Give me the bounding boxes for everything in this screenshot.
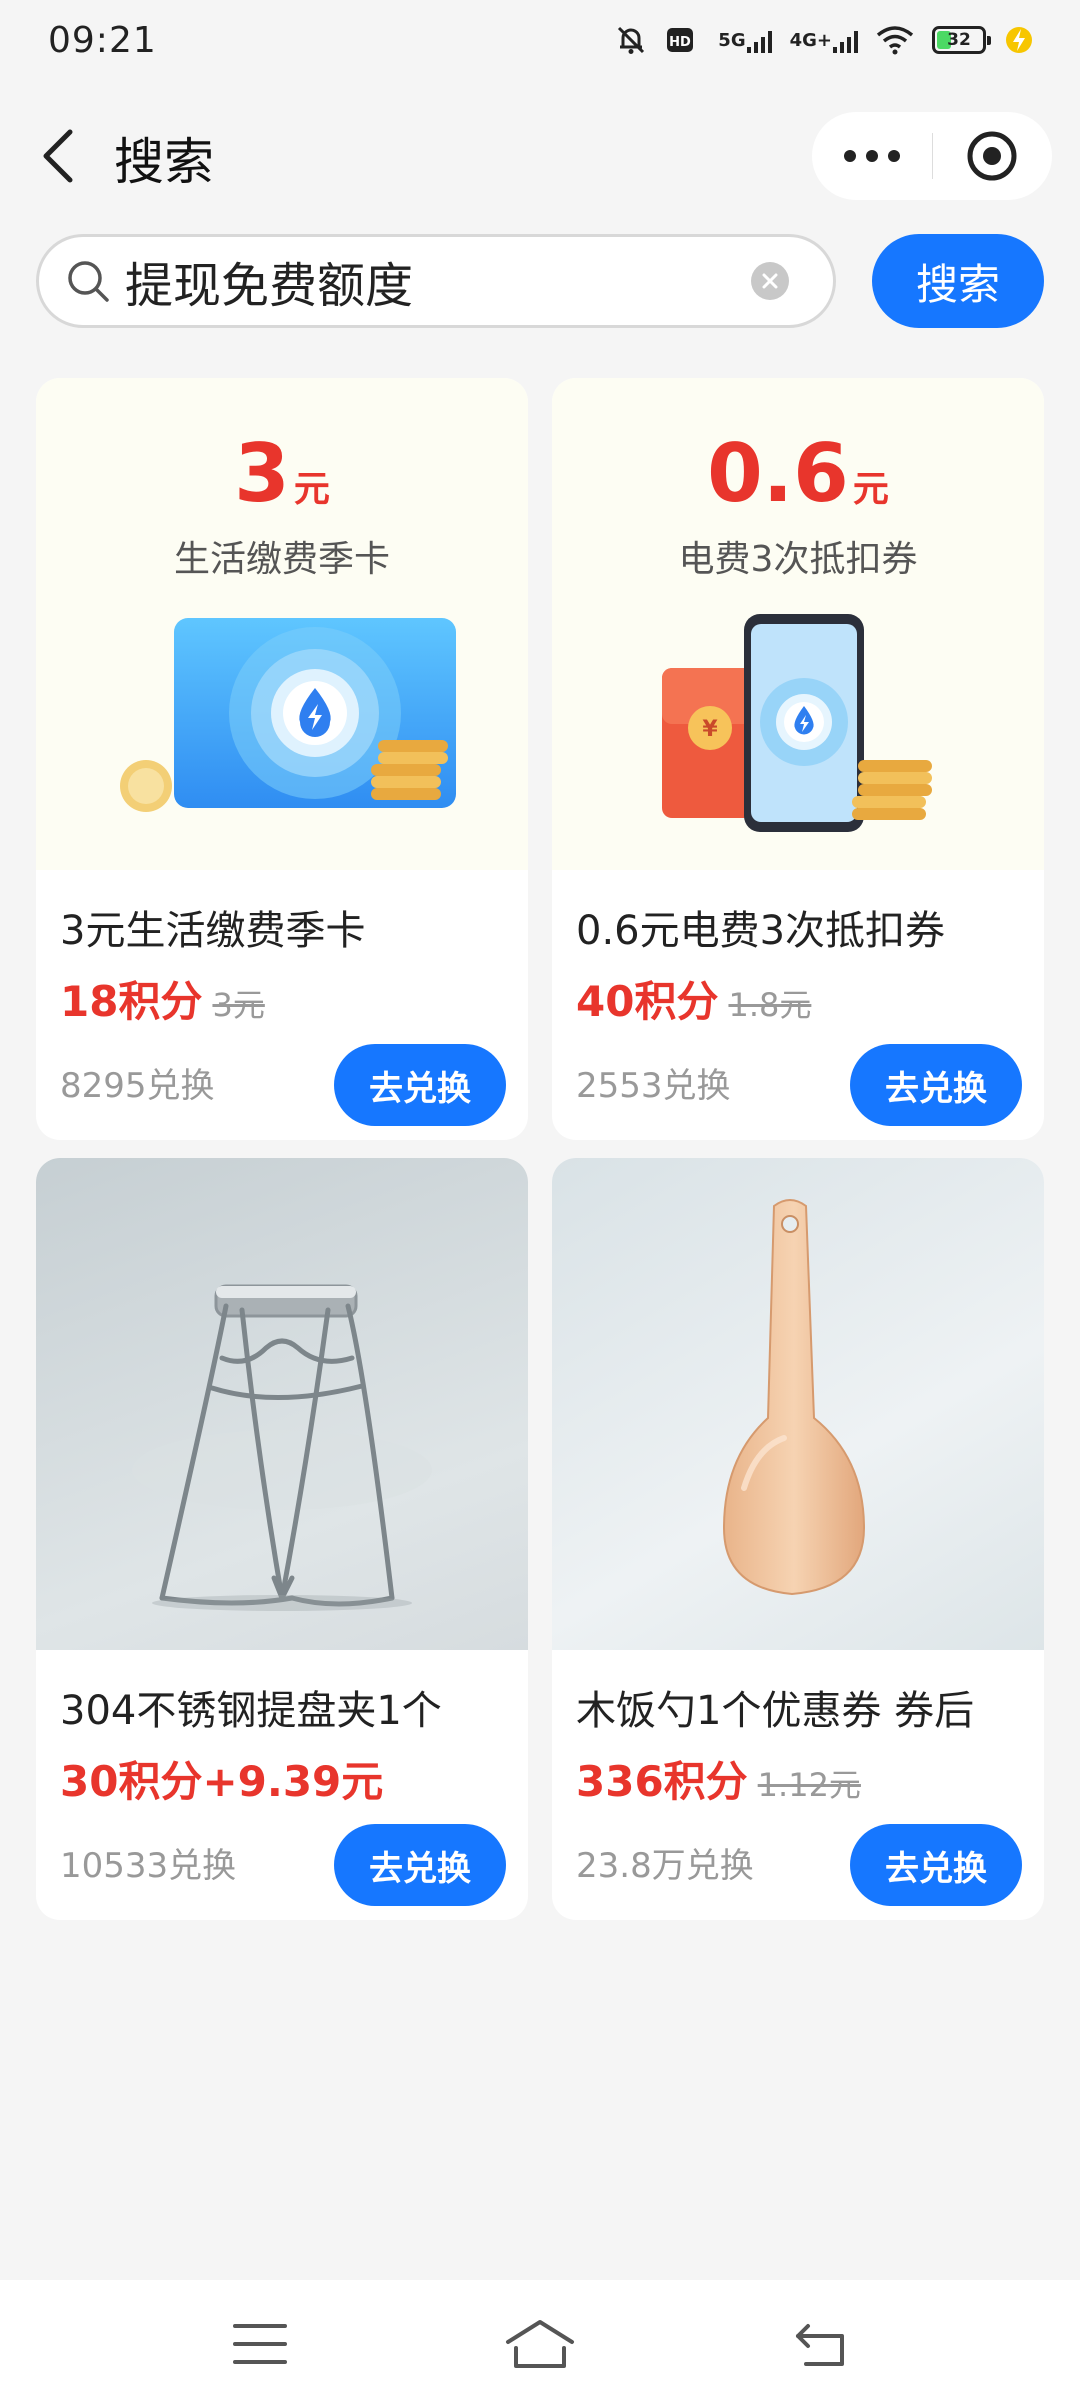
status-time: 09:21 xyxy=(48,19,157,61)
page-title: 搜索 xyxy=(114,133,214,191)
hd-label: HD xyxy=(669,35,691,50)
phone-redpacket-illustration: ¥ xyxy=(662,614,932,832)
product-title: 3元生活缴费季卡 xyxy=(60,908,366,954)
product-image xyxy=(36,1158,528,1650)
original-price: 1.8元 xyxy=(728,986,812,1024)
search-input[interactable]: 提现免费额度 xyxy=(125,246,751,316)
5g-signal-icon: 5G xyxy=(718,25,772,55)
4g-label: 4G+ xyxy=(789,29,832,51)
product-image xyxy=(552,1158,1044,1650)
home-icon xyxy=(506,2320,574,2368)
price: 30积分+9.39元 xyxy=(60,1757,384,1806)
home-button[interactable] xyxy=(480,2294,600,2394)
coupon-image: 3元 生活缴费季卡 xyxy=(36,378,528,870)
clear-icon[interactable] xyxy=(751,262,789,300)
back-nav-button[interactable] xyxy=(760,2294,880,2394)
hd-icon: HD xyxy=(666,25,700,55)
product-card[interactable]: 0.6 元 电费3次抵扣券 ¥ 0.6元电费3次抵扣券 40积分 1.8元 255… xyxy=(552,378,1044,1140)
utility-card-illustration xyxy=(120,618,456,812)
price: 336积分 xyxy=(576,1757,748,1806)
steel-plate-clip-illustration xyxy=(132,1284,432,1611)
target-icon xyxy=(967,131,1017,181)
menu-icon xyxy=(233,2324,287,2364)
exchange-count: 23.8万兑换 xyxy=(576,1846,754,1886)
back-nav-icon xyxy=(796,2324,844,2366)
coupon-amount-value: 3 xyxy=(234,427,290,520)
exchange-button[interactable]: 去兑换 xyxy=(850,1824,1022,1906)
coupon-amount: 0.6 元 xyxy=(552,434,1044,514)
price-row: 40积分 1.8元 xyxy=(576,968,811,1029)
search-row: 提现免费额度 搜索 xyxy=(0,234,1080,328)
back-icon[interactable] xyxy=(38,128,78,184)
svg-text:¥: ¥ xyxy=(702,717,718,742)
price: 18积分 xyxy=(60,977,203,1026)
4g-signal-icon: 4G+ xyxy=(790,25,858,55)
original-price: 1.12元 xyxy=(757,1766,861,1804)
status-icons: HD 5G 4G+ 32 xyxy=(614,23,1034,57)
coupon-subtitle: 电费3次抵扣券 xyxy=(678,539,918,580)
exchange-count: 8295兑换 xyxy=(60,1066,215,1106)
search-button[interactable]: 搜索 xyxy=(872,234,1044,328)
search-box[interactable]: 提现免费额度 xyxy=(36,234,836,328)
product-title: 304不锈钢提盘夹1个 xyxy=(60,1688,442,1734)
original-price: 3元 xyxy=(212,986,265,1024)
exchange-button[interactable]: 去兑换 xyxy=(334,1824,506,1906)
exchange-button[interactable]: 去兑换 xyxy=(850,1044,1022,1126)
more-icon xyxy=(843,150,900,162)
price-row: 336积分 1.12元 xyxy=(576,1748,861,1809)
header: 搜索 xyxy=(0,100,1080,212)
product-title: 木饭勺1个优惠券 券后 xyxy=(576,1688,975,1734)
exchange-count: 2553兑换 xyxy=(576,1066,731,1106)
price-row: 30积分+9.39元 xyxy=(60,1748,383,1809)
mute-bell-icon xyxy=(614,23,648,57)
coupon-amount: 3元 xyxy=(36,434,528,514)
battery-level: 32 xyxy=(947,30,971,50)
coupon-subtitle: 生活缴费季卡 xyxy=(173,539,390,580)
product-card[interactable]: 3元 生活缴费季卡 3元生活缴费季卡 18积分 3元 8295兑换 去兑换 xyxy=(36,378,528,1140)
system-nav-bar xyxy=(0,2280,1080,2408)
coupon-amount-unit: 元 xyxy=(293,469,330,510)
exchange-count: 10533兑换 xyxy=(60,1846,237,1886)
coupon-image: 0.6 元 电费3次抵扣券 ¥ xyxy=(552,378,1044,870)
price-row: 18积分 3元 xyxy=(60,968,265,1029)
product-title: 0.6元电费3次抵扣券 xyxy=(576,908,946,954)
coupon-amount-value: 0.6 xyxy=(707,427,849,520)
product-card[interactable]: 木饭勺1个优惠券 券后 336积分 1.12元 23.8万兑换 去兑换 xyxy=(552,1158,1044,1920)
product-card[interactable]: 304不锈钢提盘夹1个 30积分+9.39元 10533兑换 去兑换 xyxy=(36,1158,528,1920)
5g-label: 5G xyxy=(718,29,746,51)
menu-button[interactable] xyxy=(200,2294,320,2394)
close-miniprogram-button[interactable] xyxy=(933,112,1053,200)
mini-program-capsule xyxy=(812,112,1052,200)
charging-icon xyxy=(1004,25,1034,55)
battery-icon: 32 xyxy=(932,26,991,54)
wooden-spoon-illustration xyxy=(722,1199,866,1596)
more-button[interactable] xyxy=(812,112,932,200)
status-bar: 09:21 HD 5G 4G+ 32 xyxy=(0,0,1080,80)
search-icon xyxy=(63,256,113,306)
price: 40积分 xyxy=(576,977,719,1026)
wifi-icon xyxy=(876,25,914,55)
coupon-amount-unit: 元 xyxy=(852,469,889,510)
exchange-button[interactable]: 去兑换 xyxy=(334,1044,506,1126)
